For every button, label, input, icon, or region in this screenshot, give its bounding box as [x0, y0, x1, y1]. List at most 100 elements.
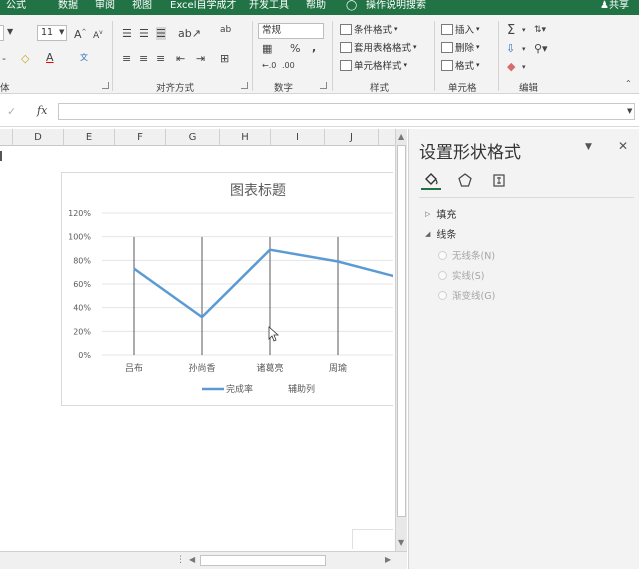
decrease-indent-icon[interactable]: ⇤ [176, 52, 185, 65]
comma-style-icon[interactable]: , [312, 41, 316, 54]
merge-center-icon[interactable]: ⊞ [220, 52, 229, 65]
scroll-down-icon[interactable]: ▼ [398, 538, 404, 547]
no-line-radio[interactable] [438, 250, 447, 260]
decrease-decimal-icon[interactable]: .00 [282, 61, 295, 70]
enter-check-icon[interactable]: ✓ [7, 105, 16, 118]
table-format-button[interactable]: 套用表格格式 ▾ [340, 40, 417, 54]
line-section-header[interactable]: ◢ 线条 [425, 226, 456, 242]
delete-cells-button[interactable]: 删除 ▾ [441, 40, 480, 54]
font-name-combo[interactable] [0, 25, 4, 41]
scroll-right-icon[interactable]: ▶ [385, 555, 391, 564]
orientation-icon[interactable]: ab↗ [178, 27, 201, 40]
format-cells-button[interactable]: 格式 ▾ [441, 58, 480, 72]
fill-line-tab[interactable] [421, 170, 441, 190]
formula-input[interactable] [58, 103, 635, 120]
tab-excel-zixue[interactable]: Excel自学成才 [170, 0, 237, 15]
collapse-icon: ◢ [425, 229, 431, 238]
line-chart[interactable]: 图表标题 0% 20% 40% 60% 80% 100% 120% 吕布 孙尚香 诸葛亮 周瑜 完成率 辅… [61, 172, 393, 406]
number-dialog-launcher[interactable] [320, 82, 327, 89]
autosum-icon[interactable]: Σ [507, 23, 515, 38]
column-header-c[interactable] [0, 129, 13, 146]
tab-view[interactable]: 视图 [132, 0, 152, 15]
cell-styles-button[interactable]: 单元格样式 ▾ [340, 58, 407, 72]
solid-line-radio[interactable] [438, 270, 447, 280]
fill-section-label: 填充 [436, 210, 457, 221]
format-cells-icon [441, 59, 453, 71]
insert-function-icon[interactable]: fx [37, 104, 47, 117]
fill-section-header[interactable]: ▷ 填充 [425, 206, 457, 222]
phonetic-icon[interactable]: 文 [80, 52, 88, 63]
x-category-label: 诸葛亮 [256, 362, 283, 374]
accounting-format-icon[interactable]: ▦ [262, 42, 272, 55]
find-select-icon[interactable]: ⚲▾ [534, 42, 548, 55]
align-left-icon[interactable]: ≡ [122, 52, 131, 65]
horizontal-scroll-thumb[interactable] [200, 555, 326, 566]
share-button[interactable]: ♟共享 [600, 0, 629, 12]
size-properties-tab[interactable] [489, 170, 509, 190]
gradient-line-radio[interactable] [438, 290, 447, 300]
increase-decimal-icon[interactable]: ←.0 [262, 61, 276, 70]
number-format-combo[interactable]: 常规 [258, 23, 324, 39]
fill-down-icon[interactable]: ⇩ [506, 42, 515, 55]
expand-formula-bar-icon[interactable]: ▼ [627, 107, 632, 115]
align-right-icon[interactable]: ≡ [156, 52, 165, 65]
font-dialog-launcher[interactable] [102, 82, 109, 89]
no-line-option[interactable]: 无线条(N) [438, 248, 495, 262]
column-header-e[interactable]: E [64, 129, 115, 146]
clear-chevron-icon[interactable]: ▾ [522, 63, 526, 71]
tab-review[interactable]: 审阅 [95, 0, 115, 15]
column-header-f[interactable]: F [115, 129, 166, 146]
ribbon-tab-bar: 公式 数据 审阅 视图 Excel自学成才 开发工具 帮助 ◯ 操作说明搜索 ♟… [0, 0, 639, 15]
grow-font-icon[interactable]: A^ [74, 28, 87, 41]
align-middle-icon[interactable]: ☰ [139, 27, 149, 40]
tell-me-search[interactable]: 操作说明搜索 [366, 0, 426, 15]
alignment-dialog-launcher[interactable] [241, 82, 248, 89]
borders-icon[interactable]: - [2, 52, 6, 65]
sort-filter-icon[interactable]: ⇅▾ [534, 25, 546, 35]
insert-cells-button[interactable]: 插入 ▾ [441, 22, 480, 36]
column-header-h[interactable]: H [220, 129, 271, 146]
pane-options-icon[interactable]: ▼ [585, 142, 592, 152]
column-header-k[interactable] [379, 129, 396, 146]
font-color-icon[interactable]: A [46, 51, 54, 64]
chevron-down-icon[interactable]: ▼ [7, 27, 13, 36]
fill-chevron-icon[interactable]: ▾ [522, 45, 526, 53]
column-header-j[interactable]: J [325, 129, 379, 146]
gradient-line-option[interactable]: 渐变线(G) [438, 288, 495, 302]
horizontal-scrollbar[interactable]: ⋮ ◀ ▶ [0, 551, 407, 569]
percent-style-icon[interactable]: % [290, 42, 300, 55]
autosum-chevron-icon[interactable]: ▾ [522, 26, 526, 34]
font-size-chevron-icon[interactable]: ▼ [59, 28, 64, 36]
effects-tab[interactable] [455, 170, 475, 190]
tab-data[interactable]: 数据 [58, 0, 78, 15]
pentagon-icon [458, 173, 472, 187]
close-pane-icon[interactable]: ✕ [618, 139, 628, 153]
solid-line-option[interactable]: 实线(S) [438, 268, 484, 282]
align-bottom-icon[interactable]: ☰ [156, 27, 166, 40]
column-header-g[interactable]: G [166, 129, 220, 146]
column-header-d[interactable]: D [13, 129, 64, 146]
shrink-font-icon[interactable]: Av [93, 29, 103, 41]
ribbon-separator [498, 21, 499, 91]
align-top-icon[interactable]: ☰ [122, 27, 132, 40]
align-center-icon[interactable]: ≡ [139, 52, 148, 65]
vertical-scroll-thumb[interactable] [397, 145, 406, 517]
scroll-up-icon[interactable]: ▲ [398, 132, 404, 141]
collapse-ribbon-icon[interactable]: ⌃ [625, 79, 632, 88]
conditional-format-button[interactable]: 条件格式 ▾ [340, 22, 398, 36]
formula-bar: ✓ fx ▼ [0, 95, 639, 127]
clear-icon[interactable]: ◆ [507, 60, 515, 73]
scroll-left-icon[interactable]: ◀ [189, 555, 195, 564]
split-handle-icon[interactable]: ⋮ [176, 555, 185, 565]
ribbon-separator [112, 21, 113, 91]
sheet-corner-box [352, 529, 393, 549]
tab-help[interactable]: 帮助 [306, 0, 326, 15]
wrap-text-icon[interactable]: ab [220, 25, 231, 35]
fill-color-icon[interactable]: ◇ [21, 52, 29, 65]
increase-indent-icon[interactable]: ⇥ [196, 52, 205, 65]
vertical-scrollbar[interactable]: ▲ ▼ [395, 129, 407, 551]
tab-developer[interactable]: 开发工具 [249, 0, 289, 15]
tab-formulas[interactable]: 公式 [6, 0, 26, 15]
group-number-label: 数字 [274, 83, 294, 94]
column-header-i[interactable]: I [271, 129, 325, 146]
